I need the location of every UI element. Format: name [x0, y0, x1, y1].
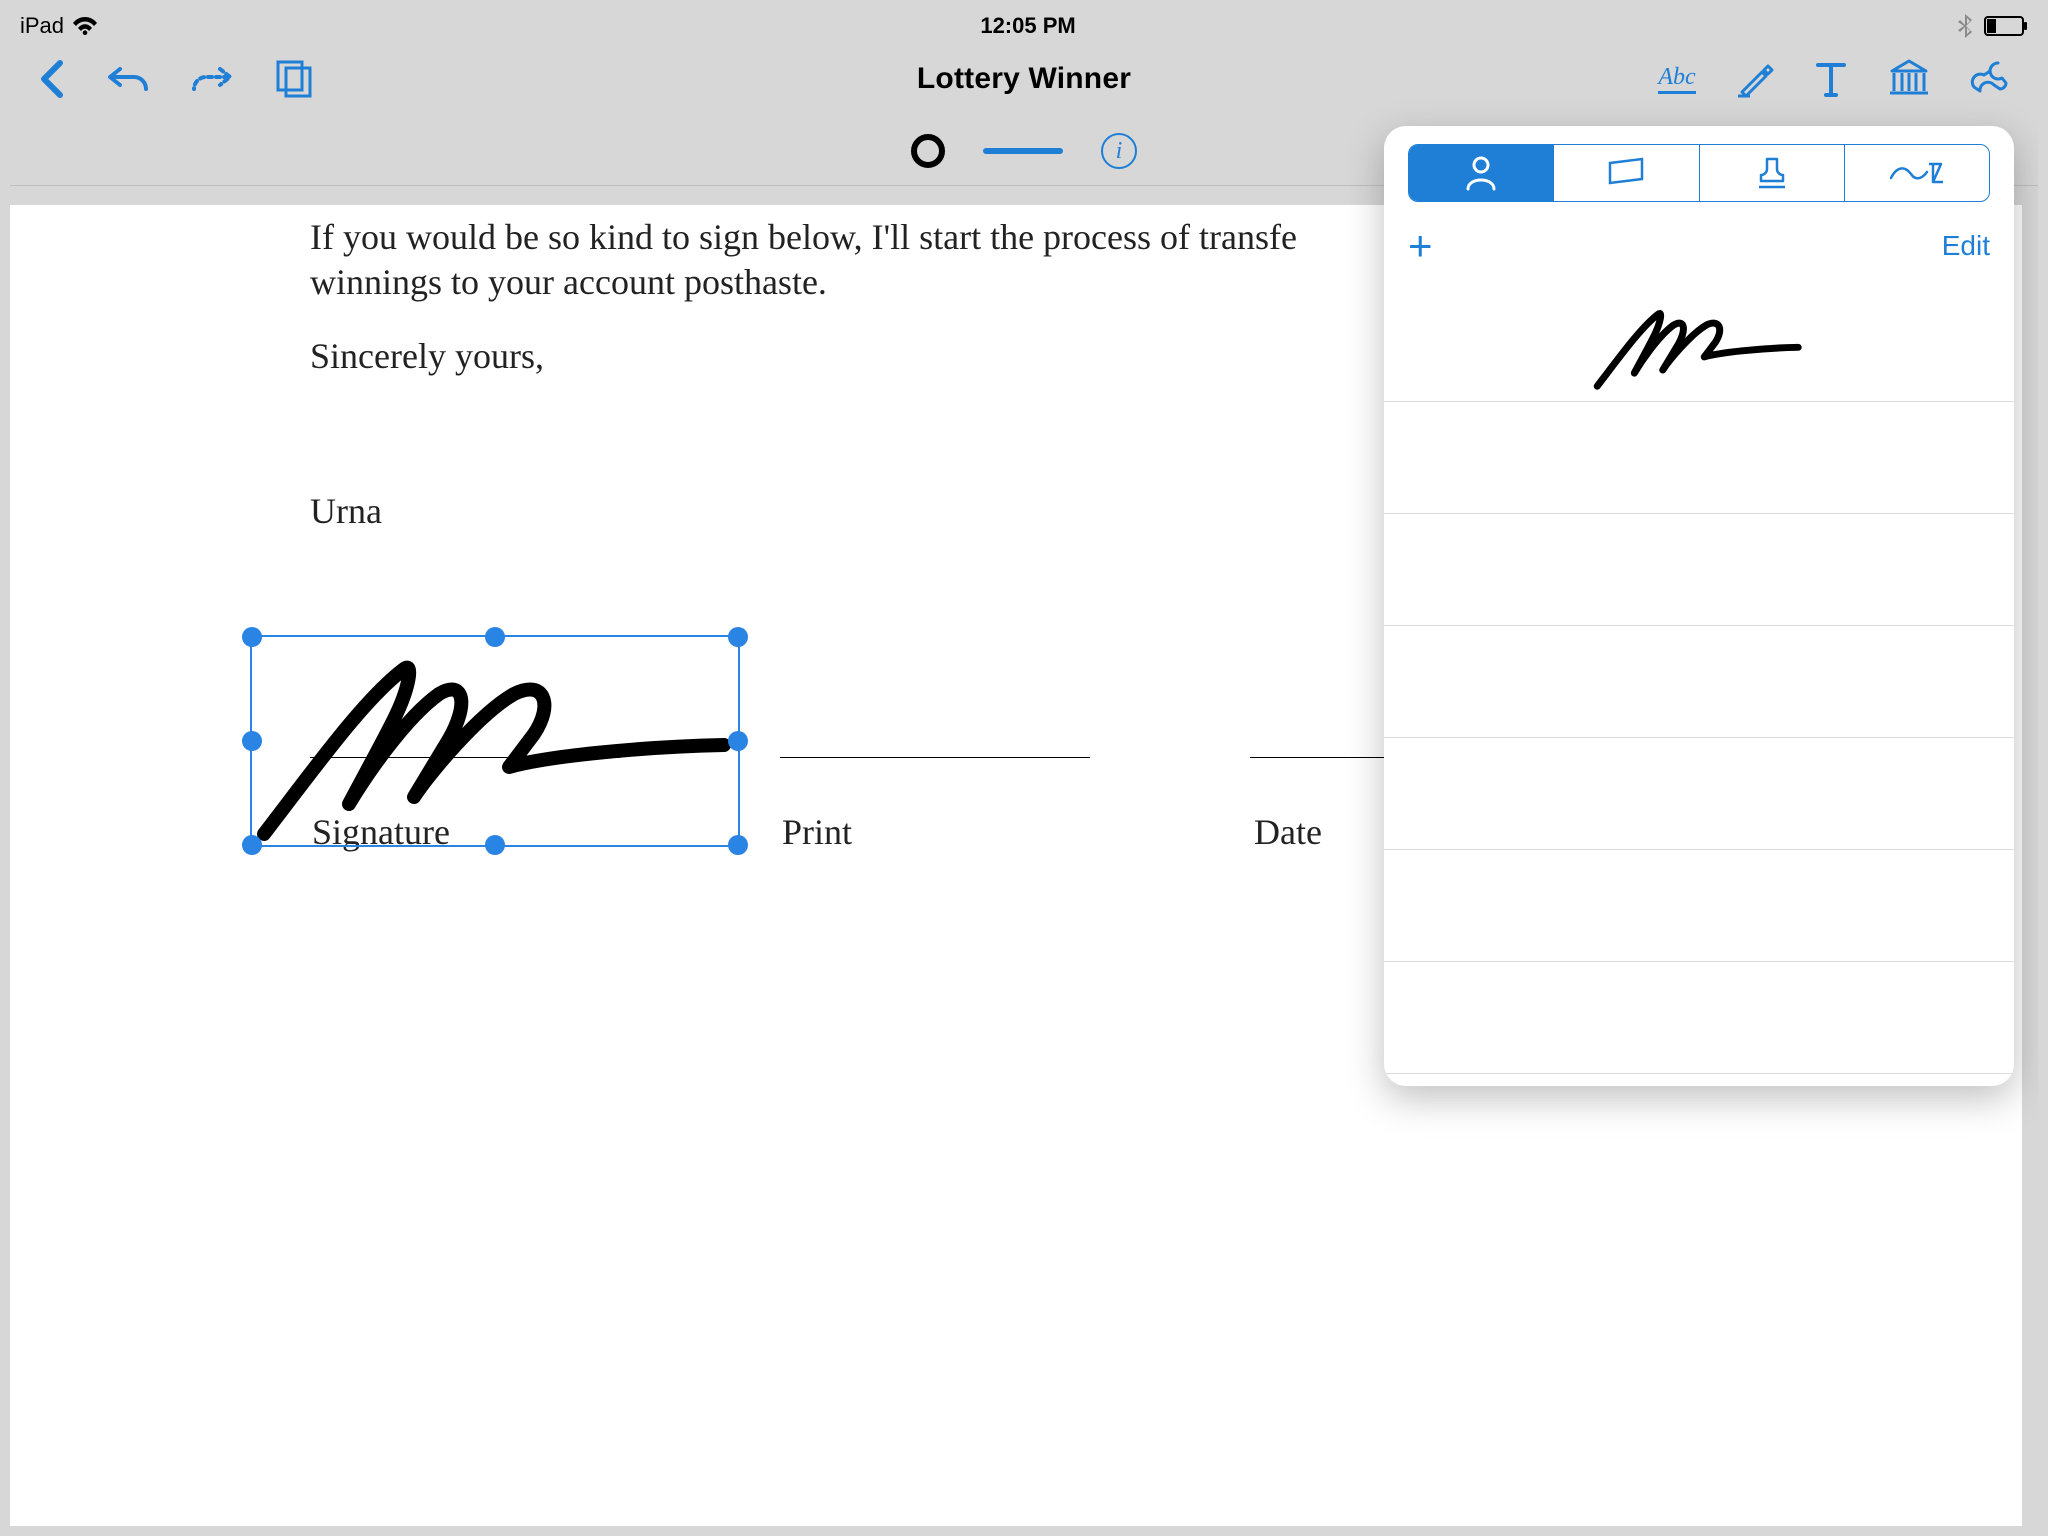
draw-button[interactable] — [1736, 60, 1774, 98]
stroke-color-tool[interactable] — [911, 134, 945, 168]
resize-handle[interactable] — [485, 835, 505, 855]
clock: 12:05 PM — [980, 13, 1075, 39]
pages-button[interactable] — [274, 60, 314, 98]
document-title: Lottery Winner — [917, 62, 1131, 96]
list-item — [1384, 626, 2014, 738]
resize-handle[interactable] — [728, 731, 748, 751]
list-item — [1384, 738, 2014, 850]
closing-text: Sincerely yours, — [310, 335, 544, 377]
list-item — [1384, 402, 2014, 514]
library-segmented-control — [1408, 144, 1990, 202]
signature-list — [1384, 290, 2014, 1086]
date-label: Date — [1254, 811, 1322, 853]
list-item — [1384, 514, 2014, 626]
text-tool-button[interactable] — [1814, 59, 1848, 99]
resize-handle[interactable] — [728, 627, 748, 647]
nav-bar: Lottery Winner Abc — [10, 42, 2038, 116]
signature-list-item[interactable] — [1384, 290, 2014, 402]
library-popover: + Edit — [1384, 126, 2014, 1086]
undo-button[interactable] — [106, 61, 150, 97]
battery-icon — [1984, 16, 2028, 36]
info-button[interactable]: i — [1101, 133, 1137, 169]
text-style-button[interactable]: Abc — [1658, 64, 1696, 94]
add-signature-button[interactable]: + — [1408, 225, 1433, 267]
list-item — [1384, 850, 2014, 962]
tab-stamp[interactable] — [1699, 145, 1844, 201]
stroke-width-tool[interactable] — [983, 148, 1063, 154]
sender-name: Urna — [310, 490, 382, 532]
bluetooth-icon — [1958, 13, 1974, 39]
tab-image[interactable] — [1553, 145, 1698, 201]
print-line — [780, 757, 1090, 758]
list-item — [1384, 962, 2014, 1074]
settings-button[interactable] — [1970, 59, 2010, 99]
selected-signature-annotation[interactable] — [250, 635, 740, 847]
device-label: iPad — [20, 13, 64, 39]
resize-handle[interactable] — [728, 835, 748, 855]
tab-signature[interactable] — [1409, 145, 1553, 201]
resize-handle[interactable] — [242, 731, 262, 751]
resize-handle[interactable] — [485, 627, 505, 647]
library-button[interactable] — [1888, 59, 1930, 99]
status-bar: iPad 12:05 PM — [10, 10, 2038, 42]
signature-thumbnail — [1579, 301, 1819, 391]
back-button[interactable] — [38, 59, 66, 99]
body-text-line: If you would be so kind to sign below, I… — [310, 215, 1410, 260]
body-text-line: winnings to your account posthaste. — [310, 261, 827, 303]
resize-handle[interactable] — [242, 835, 262, 855]
signature-glyph — [254, 639, 740, 845]
edit-signatures-button[interactable]: Edit — [1942, 230, 1990, 262]
redo-button[interactable] — [190, 61, 234, 97]
print-label: Print — [782, 811, 852, 853]
resize-handle[interactable] — [242, 627, 262, 647]
tab-initials[interactable] — [1844, 145, 1989, 201]
wifi-icon — [72, 16, 98, 36]
